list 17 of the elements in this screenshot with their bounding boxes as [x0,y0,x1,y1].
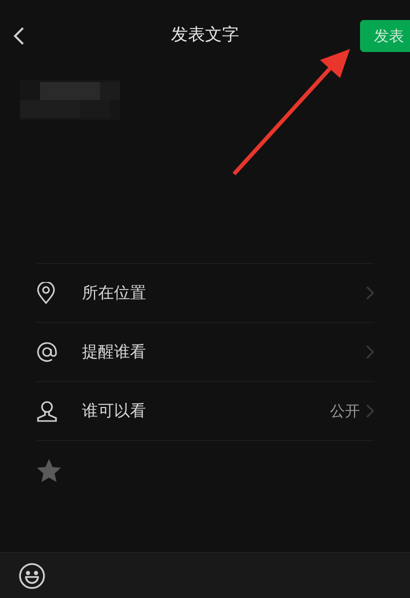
location-pin-icon [36,282,56,304]
option-row[interactable]: 所在位置 [36,264,374,323]
back-icon[interactable] [13,26,25,46]
emoji-icon[interactable] [18,562,46,590]
person-icon [36,400,58,422]
at-sign-icon [36,341,58,363]
option-label: 谁可以看 [82,400,146,422]
option-label: 提醒谁看 [82,341,146,363]
page-title: 发表文字 [171,24,239,48]
chevron-right-icon [366,404,374,418]
star-icon[interactable] [36,458,62,484]
chevron-right-icon [366,286,374,300]
option-label: 所在位置 [82,282,146,304]
chevron-right-icon [366,345,374,359]
option-value: 公开 [330,400,360,422]
option-row[interactable]: 谁可以看 公开 [36,382,374,441]
option-row[interactable]: 提醒谁看 [36,323,374,382]
